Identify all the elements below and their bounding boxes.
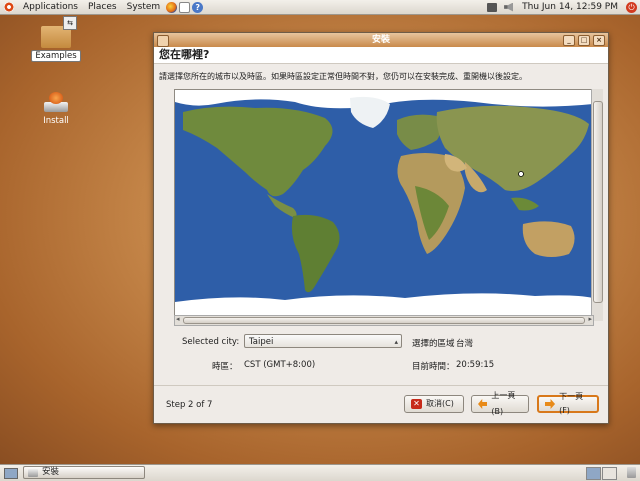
top-panel: Applications Places System ? Thu Jun 14,… [0, 0, 640, 15]
scroll-right-arrow-icon[interactable]: ▸ [588, 315, 592, 323]
selected-city-label: Selected city: [182, 337, 240, 347]
workspace-1[interactable] [586, 467, 601, 480]
city-combobox[interactable]: Taipei ▴ [244, 334, 402, 348]
page-title: 您在哪裡? [159, 48, 210, 61]
power-icon[interactable]: ⏻ [626, 1, 637, 13]
scroll-left-arrow-icon[interactable]: ◂ [176, 315, 180, 323]
mail-icon[interactable] [179, 1, 191, 13]
timezone-value: CST (GMT+8:00) [244, 360, 316, 370]
firefox-icon[interactable] [166, 1, 178, 13]
desktop-icon-label: Install [43, 116, 69, 126]
forward-button[interactable]: 下一頁(F) [537, 392, 599, 415]
ubuntu-logo-icon[interactable] [4, 2, 14, 12]
selected-region-label: 選擇的區域 [412, 339, 455, 349]
timezone-label: 時區： [212, 362, 238, 372]
vertical-scroll-thumb[interactable] [593, 101, 603, 303]
desktop-icon-examples[interactable]: ⇆ Examples [28, 16, 84, 62]
show-desktop-icon[interactable] [4, 468, 18, 479]
selected-region-value: 台灣 [456, 339, 474, 349]
bottom-panel: 安裝 [0, 464, 640, 481]
horizontal-scroll-thumb[interactable] [183, 317, 585, 324]
taskbar-button-installer[interactable]: 安裝 [23, 466, 145, 479]
installer-task-icon [28, 468, 38, 477]
selected-city-marker[interactable] [518, 171, 524, 177]
install-icon [42, 92, 70, 114]
help-icon[interactable]: ? [192, 1, 204, 13]
chevron-updown-icon: ▴ [394, 338, 398, 346]
back-button-label: 上一頁(B) [491, 391, 516, 416]
clock[interactable]: Thu Jun 14, 12:59 PM [517, 2, 623, 12]
map-vertical-scrollbar[interactable] [591, 89, 603, 321]
world-map-image[interactable] [175, 90, 593, 322]
city-combobox-value: Taipei [249, 337, 274, 347]
page-header: 您在哪裡? [154, 47, 608, 64]
folder-icon: ⇆ [41, 16, 77, 48]
world-map[interactable] [174, 89, 594, 323]
desktop-icon-label: Examples [31, 50, 81, 62]
back-button[interactable]: 上一頁(B) [471, 391, 529, 416]
instruction-text: 請選擇您所在的城市以及時區。如果時區設定正常但時間不對，您仍可以在安裝完成、重開… [159, 72, 527, 81]
current-time-value: 20:59:15 [456, 360, 495, 370]
window-titlebar[interactable]: 安裝 _ □ × [154, 33, 608, 47]
arrow-right-icon [545, 399, 556, 409]
map-horizontal-scrollbar[interactable]: ◂ ▸ [174, 315, 594, 326]
menu-system[interactable]: System [122, 2, 166, 12]
window-title: 安裝 [371, 35, 390, 45]
step-indicator: Step 2 of 7 [166, 400, 213, 410]
close-button[interactable]: × [593, 35, 605, 46]
menu-places[interactable]: Places [83, 2, 122, 12]
window-menu-button[interactable] [157, 35, 169, 47]
forward-button-label: 下一頁(F) [559, 392, 584, 415]
footer-separator [154, 385, 608, 386]
cancel-icon: ✕ [411, 399, 422, 409]
menu-applications[interactable]: Applications [18, 2, 83, 12]
cancel-button-label: 取消(C) [426, 399, 454, 408]
taskbar-button-label: 安裝 [42, 467, 60, 477]
volume-icon[interactable] [504, 2, 514, 12]
trash-icon[interactable] [627, 467, 636, 478]
current-time-label: 目前時間： [412, 362, 455, 372]
workspace-2[interactable] [602, 467, 617, 480]
cancel-button[interactable]: ✕ 取消(C) [404, 395, 464, 413]
arrow-left-icon [478, 399, 488, 409]
desktop-icon-install[interactable]: Install [28, 90, 84, 126]
maximize-button[interactable]: □ [578, 35, 590, 46]
minimize-button[interactable]: _ [563, 35, 575, 46]
installer-window: 安裝 _ □ × 您在哪裡? 請選擇您所在的城市以及時區。如果時區設定正常但時間… [153, 32, 609, 424]
network-icon[interactable] [487, 2, 498, 12]
